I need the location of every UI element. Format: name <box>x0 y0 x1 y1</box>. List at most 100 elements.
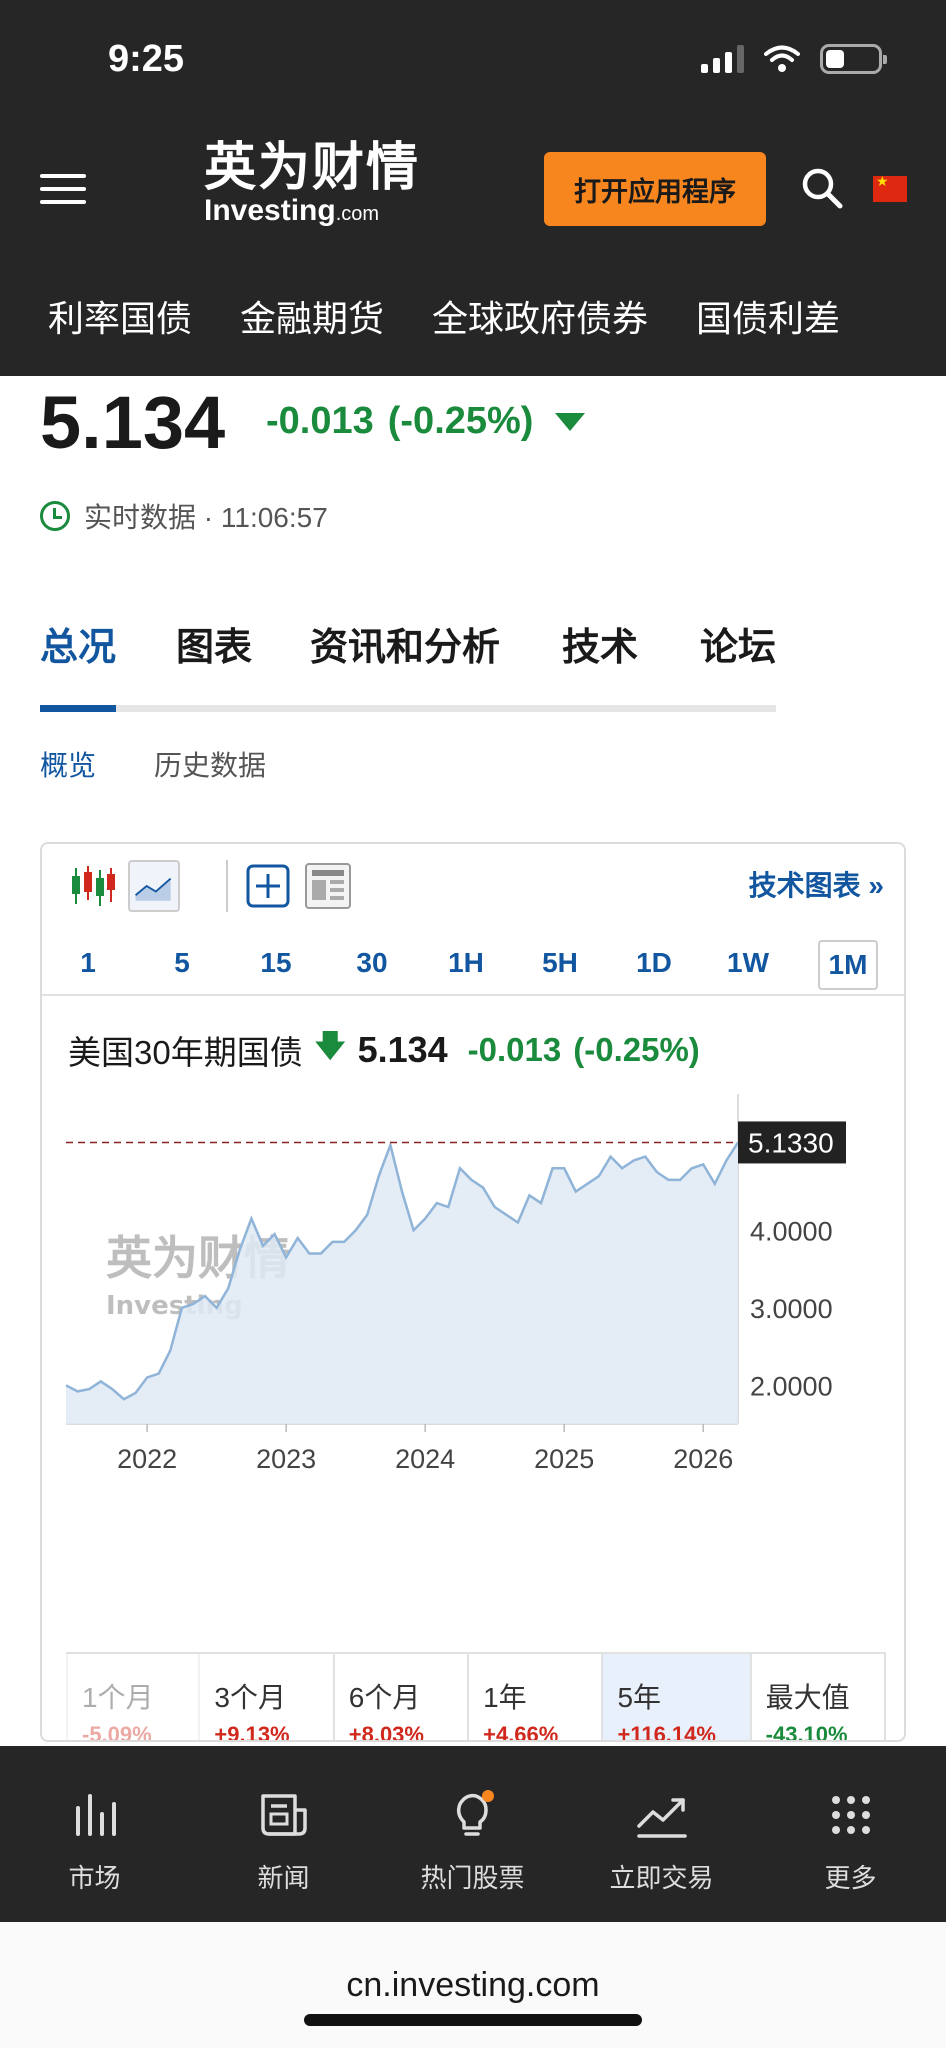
chart-header: 美国30年期国债 🡇 5.134 -0.013 (-0.25%) <box>68 1024 700 1075</box>
chart-title: 美国30年期国债 <box>68 1033 303 1071</box>
bottom-nav: 市场 新闻 热门股票 立即交易 更多 <box>0 1746 946 1922</box>
toolbar-separator <box>226 860 228 912</box>
technical-chart-link[interactable]: 技术图表 » <box>749 864 884 904</box>
candlestick-icon[interactable] <box>66 860 118 912</box>
period-label: 1个月 <box>82 1682 154 1713</box>
bar-chart-icon <box>75 1794 116 1836</box>
interval-30[interactable]: 30 <box>342 940 402 986</box>
interval-1h[interactable]: 1H <box>436 940 496 986</box>
trend-up-icon <box>636 1798 687 1838</box>
period-cell[interactable]: 3个月 +9.13% <box>200 1654 335 1742</box>
quote-change-pct: (-0.25%) <box>387 400 534 442</box>
period-performance: 1个月 -5.09% 3个月 +9.13% 6个月 +8.03% 1年 +4.6… <box>66 1652 886 1742</box>
url-text[interactable]: cn.investing.com <box>0 1966 946 2005</box>
top-header: 9:25 英为财情 Investing.com 打开应用程序 利率国债 金融期货… <box>0 0 946 376</box>
nav-label: 热门股票 <box>420 1863 525 1893</box>
sub-tabs: 概览 历史数据 <box>40 744 266 784</box>
y-tick-label: 2.0000 <box>750 1371 833 1401</box>
chart-change: -0.013 <box>467 1030 562 1068</box>
tab-forum[interactable]: 论坛 <box>700 616 776 671</box>
category-nav-item[interactable]: 金融期货 <box>192 290 384 342</box>
subtab-overview[interactable]: 概览 <box>40 744 96 784</box>
subtab-history[interactable]: 历史数据 <box>154 744 266 784</box>
interval-15[interactable]: 15 <box>246 940 306 986</box>
period-cell-active[interactable]: 5年 +116.14% <box>603 1654 752 1742</box>
active-tab-indicator <box>40 705 116 712</box>
chart-widget: 技术图表 » 1 5 15 30 1H 5H 1D 1W 1M 美国30年期国债… <box>40 842 906 1742</box>
period-label: 3个月 <box>214 1682 286 1713</box>
interval-selector: 1 5 15 30 1H 5H 1D 1W 1M <box>42 934 904 992</box>
add-indicator-icon[interactable] <box>242 860 294 912</box>
category-nav: 利率国债 金融期货 全球政府债券 国债利差 <box>0 290 946 342</box>
tab-technical[interactable]: 技术 <box>562 616 638 671</box>
period-value: +9.13% <box>214 1722 290 1742</box>
lightbulb-icon <box>456 1790 494 1836</box>
period-value: +8.03% <box>348 1722 424 1742</box>
tab-overview[interactable]: 总况 <box>40 616 116 671</box>
open-app-button[interactable]: 打开应用程序 <box>544 152 766 226</box>
period-cell[interactable]: 1个月 -5.09% <box>66 1654 201 1742</box>
y-tick-label: 3.0000 <box>750 1294 833 1324</box>
interval-1[interactable]: 1 <box>58 940 118 986</box>
x-tick-label: 2024 <box>395 1444 455 1474</box>
home-indicator <box>304 2014 642 2026</box>
tab-chart[interactable]: 图表 <box>176 616 252 671</box>
x-tick-label: 2026 <box>673 1444 733 1474</box>
logo-en: Investing.com <box>204 194 380 227</box>
nav-label: 立即交易 <box>609 1863 714 1893</box>
category-nav-item[interactable]: 国债利差 <box>648 290 840 342</box>
china-flag-icon[interactable] <box>873 173 907 202</box>
period-cell[interactable]: 1年 +4.66% <box>469 1654 604 1742</box>
y-tick-label: 4.0000 <box>750 1216 833 1246</box>
investing-logo[interactable]: 英为财情 Investing.com <box>204 138 420 228</box>
main-tabs: 总况 图表 资讯和分析 技术 论坛 <box>40 616 776 712</box>
realtime-label: 实时数据 · 11:06:57 <box>84 502 328 533</box>
wifi-icon <box>764 45 800 72</box>
nav-markets[interactable]: 市场 <box>0 1746 189 1922</box>
down-arrow-icon: 🡇 <box>314 1030 346 1063</box>
period-label: 6个月 <box>348 1682 421 1713</box>
nav-label: 市场 <box>68 1863 121 1893</box>
chart-toolbar: 技术图表 » 1 5 15 30 1H 5H 1D 1W 1M <box>42 844 904 994</box>
current-value-label: 5.1330 <box>748 1127 834 1158</box>
interval-5[interactable]: 5 <box>152 940 212 986</box>
nav-trade-now[interactable]: 立即交易 <box>567 1746 756 1922</box>
newspaper-icon <box>260 1794 307 1836</box>
search-icon[interactable] <box>800 166 844 210</box>
period-cell[interactable]: 6个月 +8.03% <box>335 1654 470 1742</box>
quote-price: 5.134 <box>40 381 226 464</box>
period-value: -5.09% <box>82 1722 152 1742</box>
category-nav-item[interactable]: 利率国债 <box>0 290 192 342</box>
clock-icon <box>40 501 70 531</box>
nav-label: 更多 <box>824 1863 877 1893</box>
period-cell[interactable]: 最大值 -43.10% <box>752 1654 886 1740</box>
period-value: +116.14% <box>617 1722 716 1742</box>
tab-news-analysis[interactable]: 资讯和分析 <box>310 616 500 671</box>
yield-area-chart[interactable]: 英为财情 Investing 2.00003.00004.00005.0000 … <box>42 1084 906 1604</box>
widget-divider <box>42 994 904 996</box>
interval-1w[interactable]: 1W <box>718 940 778 986</box>
quote-change-value: -0.013 <box>266 400 374 442</box>
x-tick-label: 2025 <box>534 1444 594 1474</box>
interval-1d[interactable]: 1D <box>624 940 684 986</box>
battery-icon <box>820 44 887 74</box>
category-nav-item[interactable]: 全球政府债券 <box>384 290 648 342</box>
menu-icon[interactable] <box>40 174 86 204</box>
down-triangle-icon <box>555 412 586 431</box>
interval-5h[interactable]: 5H <box>530 940 590 986</box>
interval-1m[interactable]: 1M <box>818 940 878 990</box>
status-icons <box>701 44 887 74</box>
nav-hot-stocks[interactable]: 热门股票 <box>378 1746 567 1922</box>
period-label: 5年 <box>617 1682 662 1713</box>
layout-icon[interactable] <box>302 860 354 912</box>
realtime-status: 实时数据 · 11:06:57 <box>40 496 328 536</box>
area-chart-icon[interactable] <box>128 860 180 912</box>
nav-label: 新闻 <box>257 1863 310 1893</box>
grid-dots-icon <box>831 1796 870 1834</box>
nav-more[interactable]: 更多 <box>756 1746 945 1922</box>
status-time: 9:25 <box>108 38 185 80</box>
nav-news[interactable]: 新闻 <box>189 1746 378 1922</box>
signal-icon <box>701 45 744 73</box>
x-tick-label: 2023 <box>256 1444 316 1474</box>
period-value: +4.66% <box>483 1722 559 1742</box>
